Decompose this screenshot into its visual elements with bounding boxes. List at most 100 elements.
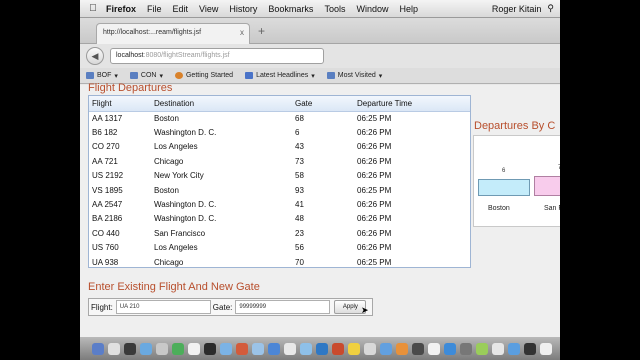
dock-app-icon[interactable] [172,342,184,355]
dock-app-icon[interactable] [300,342,312,355]
dock-app-icon[interactable] [380,342,392,355]
menu-view[interactable]: View [199,4,218,14]
table-row[interactable]: UA 938 Chicago 70 06:25 PM [89,255,470,267]
cell-gate: 68 [295,113,304,123]
flight-label: Flight: [91,302,113,312]
table-row[interactable]: AA 1317 Boston 68 06:25 PM [89,111,470,125]
tab-close-icon[interactable]: x [240,28,244,37]
back-button[interactable]: ◀ [86,47,104,65]
bookmark-bof[interactable]: BOF ▾ [86,72,118,80]
screen:  Firefox File Edit View History Bookmar… [80,0,560,360]
bookmark-getting-started[interactable]: Getting Started [174,72,234,79]
menu-window[interactable]: Window [356,4,388,14]
tab-strip: http://localhost:...ream/flights.jsf x + [80,18,560,44]
browser-tab[interactable]: http://localhost:...ream/flights.jsf x [96,23,250,44]
column-header-destination[interactable]: Destination [151,96,292,112]
url-path: :8080/flightStream/flights.jsf [143,52,230,59]
dock-app-icon[interactable] [156,342,168,355]
url-bar[interactable]: localhost:8080/flightStream/flights.jsf [110,48,324,64]
gate-input[interactable]: 99999999 [235,300,331,314]
table-row[interactable]: AA 2547 Washington D. C. 41 06:26 PM [89,197,470,211]
dock-app-icon[interactable] [108,342,120,355]
user-name[interactable]: Roger Kitain [492,4,542,14]
cell-flight: AA 2547 [92,200,123,210]
dock-app-icon[interactable] [428,342,440,355]
dock-app-icon[interactable] [508,342,520,355]
new-tab-button[interactable]: + [258,24,265,38]
dock-app-icon[interactable] [364,342,376,355]
spotlight-icon[interactable]: ⚲ [547,3,554,14]
dock-app-icon[interactable] [492,342,504,355]
chart-bar[interactable] [534,176,560,196]
dock-app-icon[interactable] [540,342,552,355]
cell-destination: Los Angeles [154,243,198,253]
dock-app-icon[interactable] [124,342,136,355]
menu-extras: Roger Kitain ⚲ [492,3,560,14]
cell-gate: 48 [295,214,304,224]
table-row[interactable]: BA 2186 Washington D. C. 48 06:26 PM [89,212,470,226]
dock-app-icon[interactable] [460,342,472,355]
dock-app-icon[interactable] [412,342,424,355]
dock-app-icon[interactable] [476,342,488,355]
cell-departure-time: 06:25 PM [357,185,392,195]
dock-app-icon[interactable] [316,342,328,355]
column-header-departure-time[interactable]: Departure Time [354,96,470,112]
app-menu[interactable]: Firefox [106,4,136,14]
table-row[interactable]: CO 440 San Francisco 23 06:26 PM [89,226,470,240]
cell-gate: 23 [295,228,304,238]
column-header-flight[interactable]: Flight [89,96,151,112]
url-host: localhost [116,52,144,59]
menu-help[interactable]: Help [399,4,418,14]
cell-flight: B6 182 [92,128,118,138]
chart-bar[interactable] [478,179,530,196]
table-row[interactable]: AA 721 Chicago 73 06:26 PM [89,154,470,168]
column-header-gate[interactable]: Gate [292,96,354,112]
gate-update-form: Flight: UA 210 Gate: 99999999 Apply [88,298,373,316]
dock-app-icon[interactable] [252,342,264,355]
dock-app-icon[interactable] [284,342,296,355]
table-row[interactable]: VS 1895 Boston 93 06:25 PM [89,183,470,197]
dock-app-icon[interactable] [140,342,152,355]
dock-app-icon[interactable] [204,342,216,355]
menu-history[interactable]: History [229,4,257,14]
cell-destination: Washington D. C. [154,214,217,224]
cell-flight: AA 1317 [92,113,123,123]
table-row[interactable]: CO 270 Los Angeles 43 06:26 PM [89,140,470,154]
bookmark-con[interactable]: CON ▾ [129,72,163,80]
cell-destination: Chicago [154,257,184,267]
dock-app-icon[interactable] [332,342,344,355]
cell-gate: 56 [295,243,304,253]
menu-bookmarks[interactable]: Bookmarks [268,4,313,14]
dock-app-icon[interactable] [92,342,104,355]
dock-app-icon[interactable] [524,342,536,355]
cell-gate: 43 [295,142,304,152]
dock-app-icon[interactable] [444,342,456,355]
cell-gate: 41 [295,200,304,210]
cell-destination: New York City [154,171,204,181]
departures-chart-heading: Departures By C [474,120,556,132]
table-row[interactable]: US 760 Los Angeles 56 06:26 PM [89,241,470,255]
dock-app-icon[interactable] [268,342,280,355]
dock-app-icon[interactable] [348,342,360,355]
flight-input[interactable]: UA 210 [115,300,211,314]
bar-value-label: 6 [502,168,506,174]
menu-edit[interactable]: Edit [173,4,189,14]
bookmark-most-visited[interactable]: Most Visited ▾ [326,72,382,80]
apple-icon[interactable]:  [80,3,106,14]
cell-departure-time: 06:26 PM [357,200,392,210]
dock-app-icon[interactable] [220,342,232,355]
dock-app-icon[interactable] [236,342,248,355]
table-row[interactable]: US 2192 New York City 58 06:26 PM [89,169,470,183]
folder-icon [326,72,335,79]
dock-app-icon[interactable] [396,342,408,355]
cell-departure-time: 06:26 PM [357,214,392,224]
bookmark-label: Most Visited [337,72,376,79]
menu-tools[interactable]: Tools [324,4,345,14]
dock-app-icon[interactable] [188,342,200,355]
departures-chart: 6 Boston 7 San Fra [473,135,560,227]
table-row[interactable]: B6 182 Washington D. C. 6 06:26 PM [89,125,470,139]
bookmark-latest-headlines[interactable]: Latest Headlines ▾ [245,72,315,80]
cell-flight: US 2192 [92,171,124,181]
bookmark-label: Getting Started [185,72,234,79]
menu-file[interactable]: File [147,4,162,14]
